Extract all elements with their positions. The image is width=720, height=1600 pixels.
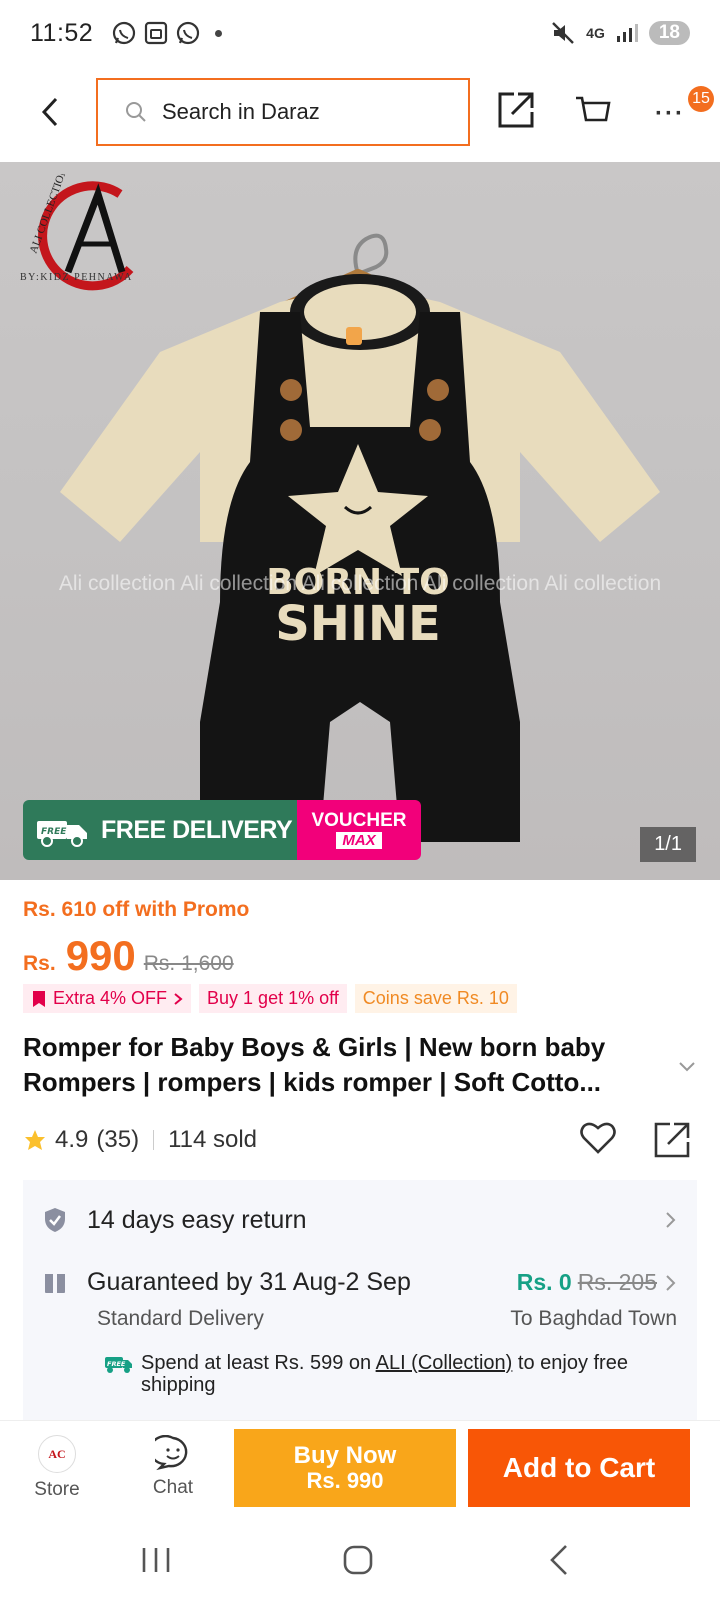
notification-badge: 15 [688,86,714,112]
delivery-fee: Rs. 0 [516,1269,572,1295]
voucher-max-badge: VOUCHER MAX [297,800,421,860]
extra-off-label: Extra 4% OFF [53,988,168,1008]
delivery-destination: To Baghdad Town [510,1307,677,1330]
garment-print-line2: SHINE [275,596,441,652]
product-image-gallery[interactable]: ALI COLLECTION BY:KIDZ PEHNAWA BORN TO S… [0,162,720,880]
package-icon [45,1273,65,1293]
search-placeholder: Search in Daraz [162,99,320,124]
coins-tag[interactable]: Coins save Rs. 10 [354,984,517,1013]
more-dots-icon: ··· [655,100,685,127]
recents-icon[interactable] [136,1542,176,1578]
coins-label: Coins save Rs. 10 [362,988,509,1008]
notification-dot-icon [215,29,223,37]
image-watermark: Ali collection Ali collection Ali collec… [58,572,662,595]
status-bar: 11:52 4G 18 [0,0,720,66]
free-delivery-badge: FREE FREE DELIVERY [23,800,297,860]
free-delivery-voucher-banner: FREE FREE DELIVERY VOUCHER MAX [23,800,421,860]
delivery-truck-icon: FREE [37,821,87,847]
free-label: FREE [41,827,67,837]
service-info-card: 14 days easy return Guaranteed by 31 Aug… [23,1180,697,1420]
status-time: 11:52 [30,18,94,47]
extra-off-tag[interactable]: Extra 4% OFF [23,984,192,1013]
free-shipping-truck-icon: FREE [105,1357,132,1373]
store-link[interactable]: ALI (Collection) [376,1352,513,1374]
free-shipping-truck-label: FREE [107,1360,126,1368]
buy-now-price: Rs. 990 [306,1468,384,1493]
whatsapp-icon [177,21,200,45]
chat-button[interactable]: Chat [138,1435,208,1511]
delivery-fee-original: Rs. 205 [577,1269,657,1295]
image-counter: 1/1 [640,827,696,862]
network-label: 4G [586,25,605,41]
chevron-down-icon[interactable] [676,1055,698,1077]
free-delivery-text: FREE DELIVERY [101,815,293,844]
price-currency: Rs. [23,952,56,975]
share-icon [654,1122,690,1158]
review-count: (35) [96,1126,140,1153]
store-button[interactable]: AC Store [22,1435,92,1511]
chat-icon [155,1435,188,1471]
delivery-row[interactable]: Guaranteed by 31 Aug-2 Sep Rs. 0 Rs. 205… [43,1268,677,1331]
product-title: Romper for Baby Boys & Girls | New born … [23,1032,606,1097]
store-label: Store [34,1479,80,1500]
store-logo-icon: AC [38,1435,76,1473]
more-options-button[interactable]: ··· [648,92,692,136]
chevron-right-icon [666,1274,676,1291]
share-button[interactable] [496,90,540,134]
voucher-text: VOUCHER [311,810,407,831]
price-amount: 990 [65,932,136,979]
buy-now-button[interactable]: Buy Now Rs. 990 [234,1429,456,1507]
cart-icon [576,96,611,122]
sold-count: 114 sold [168,1126,258,1153]
mute-icon [552,22,575,44]
star-icon [25,1130,45,1150]
chevron-right-icon [666,1212,676,1228]
screenshot-icon [145,21,168,45]
buy-now-label: Buy Now [293,1442,397,1469]
price-row: Rs. 990 Rs. 1,600 [23,932,234,980]
home-icon[interactable] [338,1542,378,1578]
product-photo: BORN TO SHINE [60,233,660,842]
cart-button[interactable] [574,92,618,136]
rating-value: 4.9 [55,1126,89,1153]
free-ship-prefix: Spend at least Rs. 599 on [141,1352,372,1374]
buy-one-tag[interactable]: Buy 1 get 1% off [199,984,347,1013]
top-nav: Search in Daraz ··· 15 [0,66,720,162]
promo-discount-text: Rs. 610 off with Promo [23,898,250,921]
share-icon [498,92,534,128]
share-product-button[interactable] [652,1120,692,1160]
heart-icon [580,1122,616,1154]
return-policy-row[interactable]: 14 days easy return [43,1198,677,1242]
voucher-icon [33,990,45,1007]
chevron-left-icon [41,97,58,127]
back-button[interactable] [30,88,70,136]
wishlist-button[interactable] [578,1118,622,1162]
system-navigation-bar [0,1520,720,1600]
delivery-guarantee: Guaranteed by 31 Aug-2 Sep [87,1268,411,1296]
system-back-icon[interactable] [540,1542,580,1578]
whatsapp-icon [113,21,136,45]
battery-indicator: 18 [648,21,690,45]
add-to-cart-button[interactable]: Add to Cart [468,1429,690,1507]
rating-row[interactable]: 4.9 (35) 114 sold [23,1126,257,1154]
buy-one-label: Buy 1 get 1% off [207,988,339,1008]
chevron-right-icon [174,992,183,1005]
bottom-action-bar: AC Store Chat Buy Now Rs. 990 Add to Car… [0,1420,720,1520]
divider [153,1130,155,1150]
free-shipping-note: FREE Spend at least Rs. 599 on ALI (Coll… [99,1352,679,1396]
delivery-type: Standard Delivery [97,1307,264,1330]
signal-icon [616,24,638,42]
original-price: Rs. 1,600 [143,952,234,975]
return-policy-label: 14 days easy return [87,1205,307,1234]
chat-label: Chat [152,1477,194,1498]
offer-tags: Extra 4% OFF Buy 1 get 1% off Coins save… [23,984,517,1013]
search-input[interactable]: Search in Daraz [96,78,470,146]
search-icon [126,102,146,122]
voucher-max-text: MAX [336,832,382,849]
shield-check-icon [45,1208,65,1232]
